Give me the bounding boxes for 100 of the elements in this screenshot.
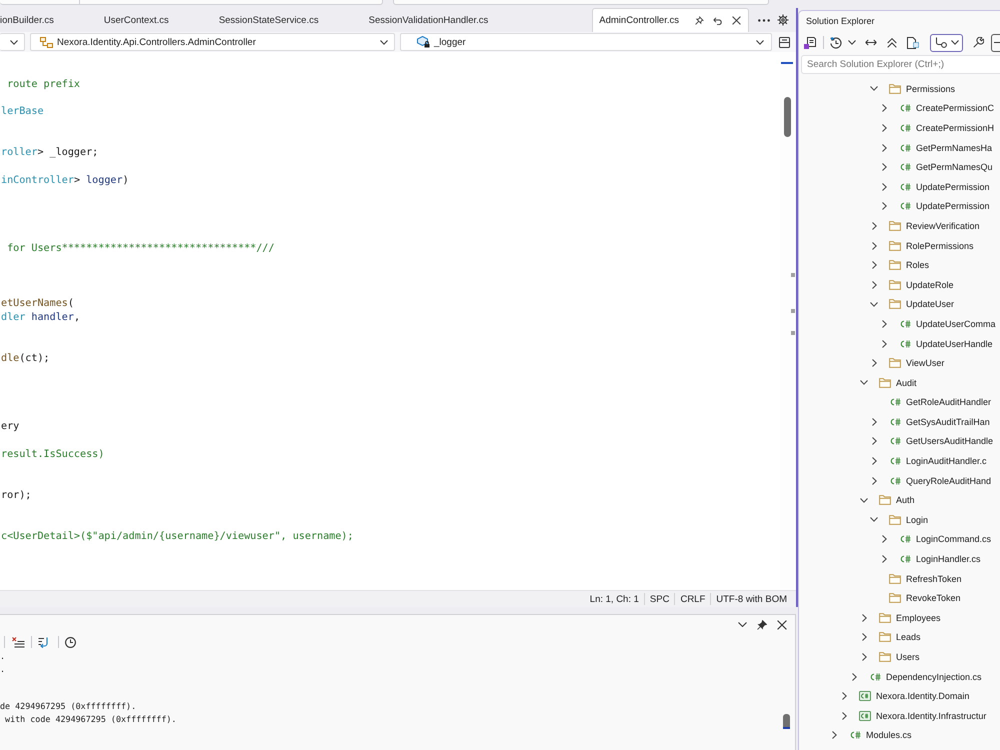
chevron-right-icon[interactable] <box>862 614 866 622</box>
chevron-right-icon[interactable] <box>882 202 886 210</box>
chevron-down-icon[interactable] <box>860 380 868 386</box>
more-icon[interactable] <box>758 18 770 22</box>
chevron-right-icon[interactable] <box>852 672 856 681</box>
wrench-icon[interactable] <box>973 37 984 48</box>
tree-item[interactable]: Nexora.Identity.Infrastructur <box>799 706 1000 726</box>
chevron-right-icon[interactable] <box>882 340 886 348</box>
chevron-right-icon[interactable] <box>872 457 876 466</box>
pin-icon[interactable] <box>757 620 767 630</box>
toolbar-button[interactable] <box>991 34 1000 52</box>
status-item[interactable]: UTF-8 with BOM <box>712 594 791 604</box>
status-item[interactable]: SPC <box>646 594 674 604</box>
pin-icon[interactable] <box>695 16 704 25</box>
chevron-right-icon[interactable] <box>882 144 886 152</box>
settings-icon[interactable] <box>777 14 789 26</box>
tree-item[interactable]: GetSysAuditTrailHan <box>799 412 1000 432</box>
close-icon[interactable] <box>777 620 787 630</box>
project-dropdown[interactable] <box>0 33 25 51</box>
search-field[interactable]: Search Solution Explorer (Ctrl+;) <box>801 55 1000 74</box>
tree-item[interactable]: UpdateUserHandle <box>799 334 1000 354</box>
scrollbar-thumb[interactable] <box>782 714 790 729</box>
tree-item[interactable]: Login <box>799 510 1000 530</box>
clear-all-icon[interactable] <box>12 636 25 648</box>
view-dropdown[interactable] <box>930 34 963 52</box>
double-chevron-up-icon[interactable] <box>887 38 897 48</box>
tree-item[interactable]: QueryRoleAuditHand <box>799 470 1000 490</box>
chevron-right-icon[interactable] <box>882 320 886 328</box>
tab[interactable]: SessionStateService.cs <box>194 8 344 32</box>
document-icon[interactable] <box>804 36 816 48</box>
files-icon[interactable] <box>907 36 919 48</box>
chevron-down-icon[interactable] <box>870 517 878 522</box>
tree-item[interactable]: ViewUser <box>799 353 1000 373</box>
tree-item[interactable]: Users <box>799 647 1000 667</box>
tab[interactable]: SessionValidationHandler.cs <box>344 8 514 32</box>
tree-item[interactable]: UpdatePermission <box>799 176 1000 197</box>
chevron-right-icon[interactable] <box>882 104 886 112</box>
tree-item[interactable]: Permissions <box>799 79 1000 99</box>
tree-item[interactable]: Modules.cs <box>799 726 1000 746</box>
chevron-right-icon[interactable] <box>862 653 866 662</box>
chevron-down-icon[interactable] <box>738 622 747 627</box>
tree-item[interactable]: Leads <box>799 628 1000 648</box>
double-arrow-icon[interactable] <box>865 39 877 46</box>
clock-icon[interactable] <box>65 636 76 648</box>
tree-item[interactable]: Audit <box>799 372 1000 392</box>
undo-arrow-icon[interactable] <box>713 16 723 24</box>
tab[interactable]: UserContext.cs <box>78 8 194 32</box>
caret-icon[interactable] <box>848 40 856 45</box>
split-window-icon[interactable] <box>779 36 790 48</box>
chevron-right-icon[interactable] <box>842 712 846 720</box>
tree-item[interactable]: GetRoleAuditHandler <box>799 392 1000 412</box>
chevron-right-icon[interactable] <box>882 124 886 132</box>
tree-item[interactable]: LoginCommand.cs <box>799 530 1000 550</box>
member-dropdown[interactable]: _logger <box>400 33 772 51</box>
tree-item[interactable]: GetUsersAuditHandle <box>799 432 1000 452</box>
chevron-right-icon[interactable] <box>882 555 886 564</box>
tree-item[interactable]: RefreshToken <box>799 568 1000 588</box>
chevron-right-icon[interactable] <box>842 692 846 700</box>
chevron-right-icon[interactable] <box>872 222 876 230</box>
chevron-right-icon[interactable] <box>872 418 876 426</box>
status-item[interactable]: Ln: 1, Ch: 1 <box>586 594 643 604</box>
tree-item[interactable]: Nexora.Identity.Domain <box>799 686 1000 706</box>
chevron-right-icon[interactable] <box>872 280 876 289</box>
tree-item[interactable]: UpdateRole <box>799 274 1000 295</box>
tree-item[interactable]: UpdatePermission <box>799 196 1000 216</box>
chevron-down-icon[interactable] <box>870 302 878 307</box>
tree-item[interactable]: ReviewVerification <box>799 216 1000 236</box>
type-dropdown[interactable]: Nexora.Identity.Api.Controllers.AdminController <box>30 33 395 51</box>
tree-item[interactable]: CreatePermissionH <box>799 118 1000 138</box>
chevron-right-icon[interactable] <box>882 535 886 544</box>
tree-item[interactable]: GetPermNamesHa <box>799 138 1000 158</box>
scrollbar-thumb[interactable] <box>784 97 791 137</box>
tree-item[interactable]: GetPermNamesQu <box>799 157 1000 177</box>
history-icon[interactable] <box>830 36 842 48</box>
tree-item[interactable]: RevokeToken <box>799 588 1000 608</box>
tree-item[interactable]: Auth <box>799 490 1000 510</box>
chevron-right-icon[interactable] <box>862 633 866 642</box>
dropdown-field[interactable] <box>0 0 383 5</box>
chevron-right-icon[interactable] <box>872 261 876 270</box>
chevron-right-icon[interactable] <box>872 242 876 250</box>
tree-item[interactable]: RolePermissions <box>799 236 1000 256</box>
dropdown-field[interactable] <box>393 0 769 5</box>
chevron-right-icon[interactable] <box>832 731 836 740</box>
close-icon[interactable] <box>732 16 741 25</box>
chevron-right-icon[interactable] <box>872 359 876 368</box>
tree-item[interactable]: UpdateUserComma <box>799 314 1000 334</box>
tree-item[interactable]: UpdateUser <box>799 294 1000 314</box>
tab[interactable]: ionBuilder.cs <box>0 8 79 32</box>
tree-item[interactable]: DependencyInjection.cs <box>799 666 1000 686</box>
chevron-down-icon[interactable] <box>860 498 868 503</box>
tab[interactable]: AdminController.cs <box>592 8 749 32</box>
status-item[interactable]: CRLF <box>676 594 710 604</box>
tree-item[interactable]: LoginHandler.cs <box>799 549 1000 569</box>
chevron-right-icon[interactable] <box>882 163 886 172</box>
tree-item[interactable]: LoginAuditHandler.c <box>799 451 1000 471</box>
chevron-right-icon[interactable] <box>882 182 886 191</box>
chevron-down-icon[interactable] <box>870 86 878 92</box>
tree-item[interactable]: Roles <box>799 255 1000 275</box>
tree-item[interactable]: CreatePermissionC <box>799 98 1000 118</box>
chevron-right-icon[interactable] <box>872 437 876 446</box>
